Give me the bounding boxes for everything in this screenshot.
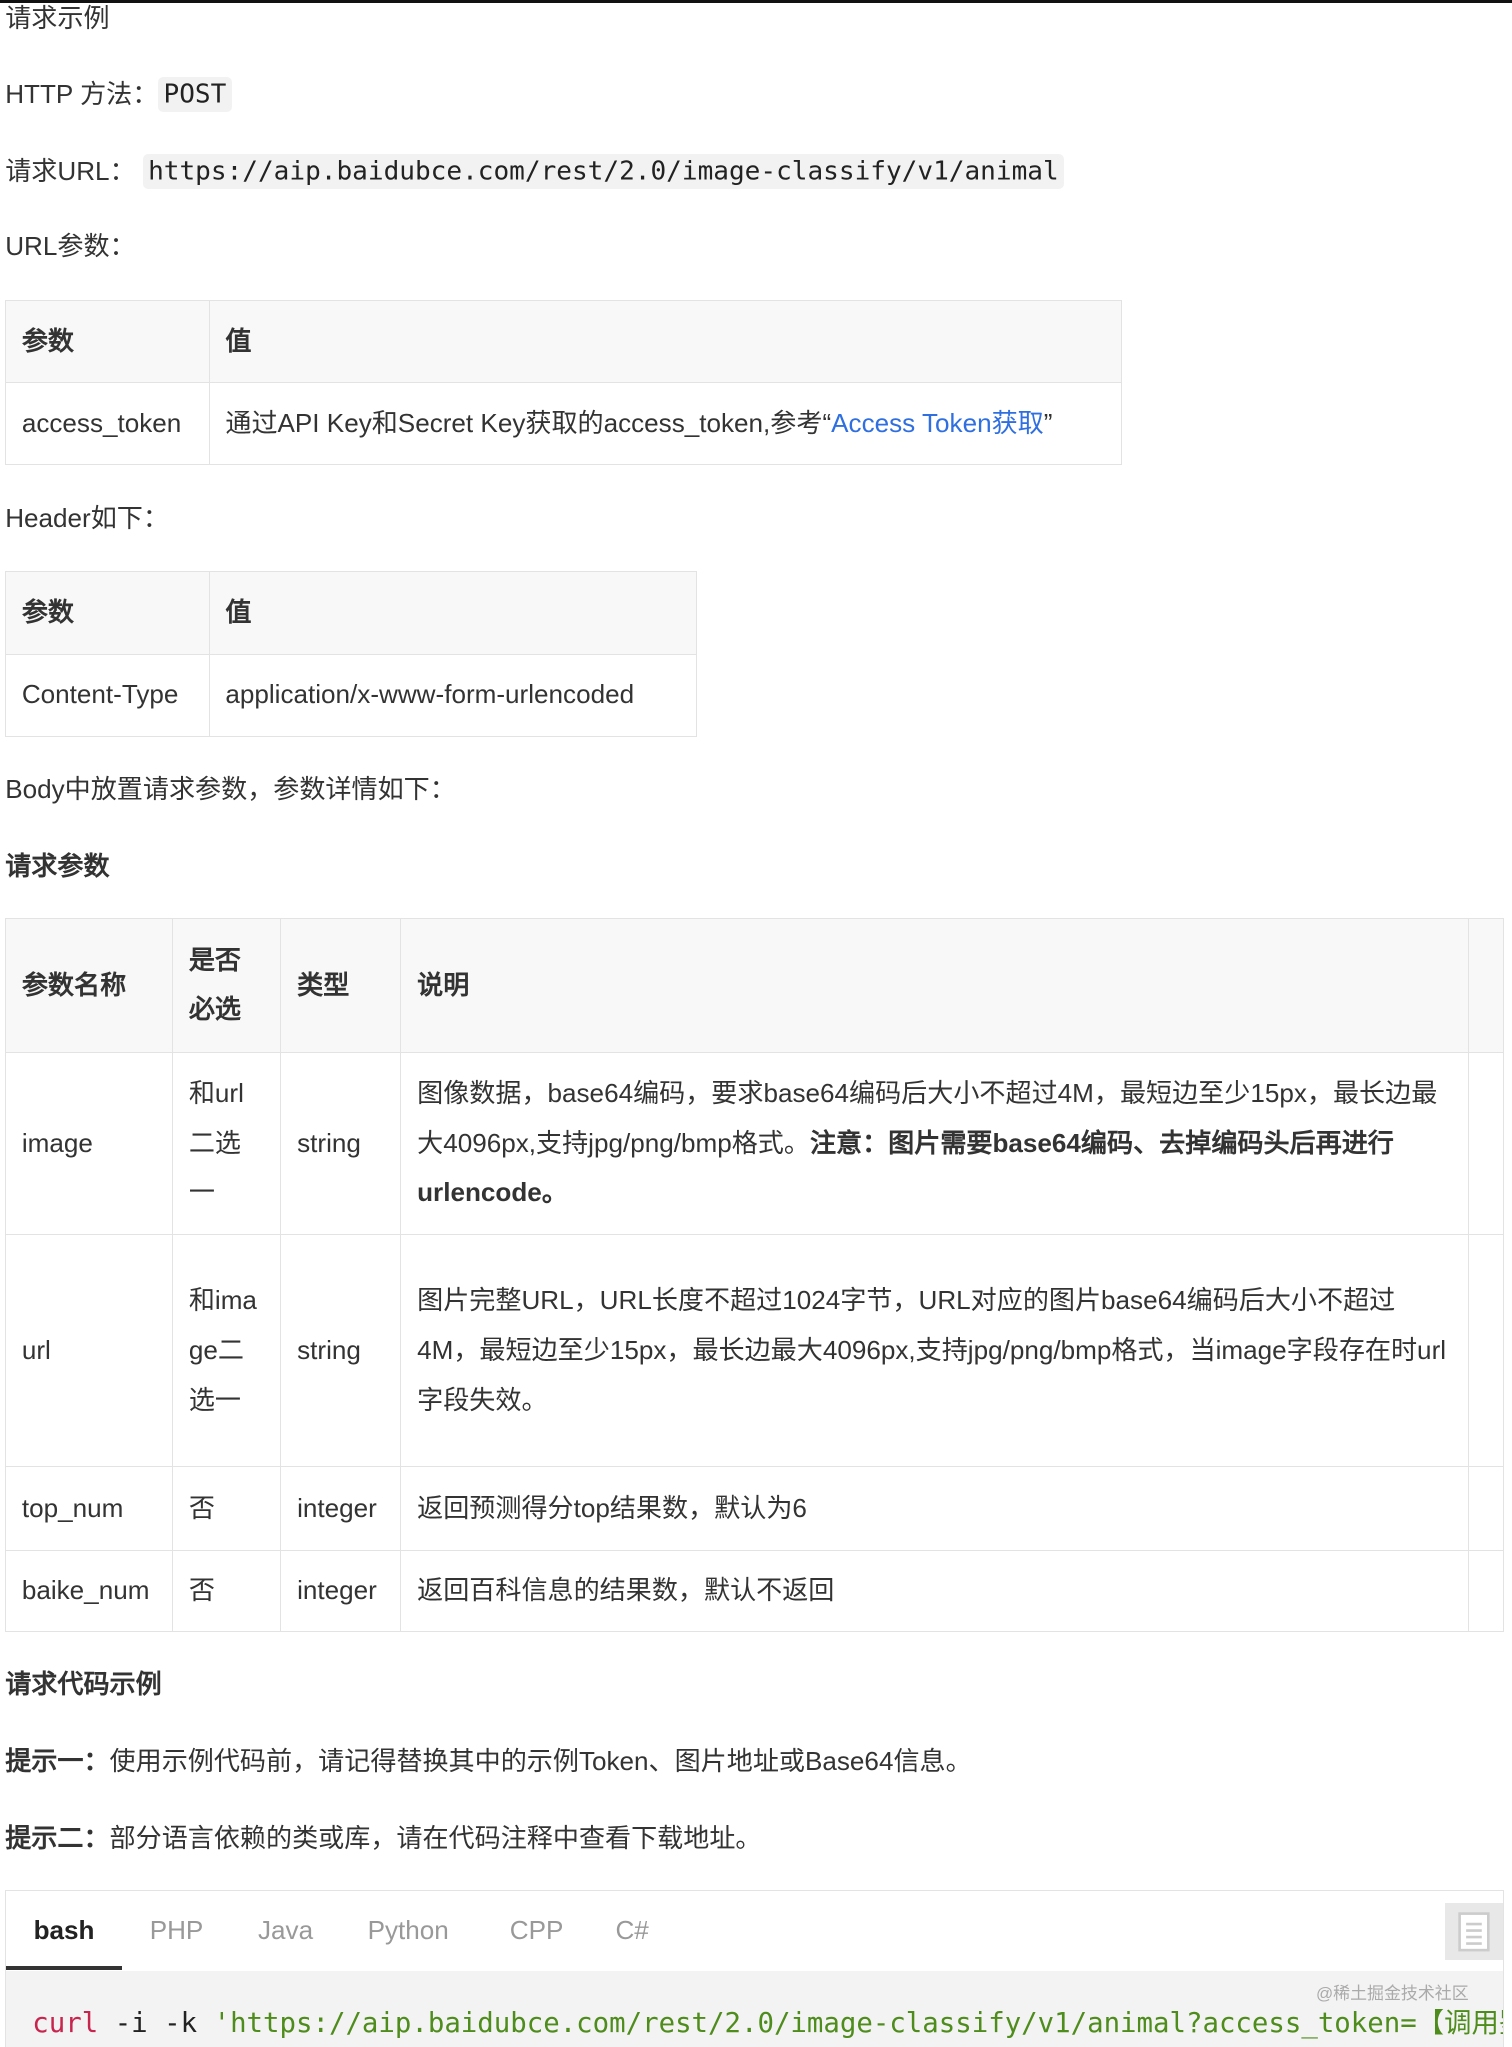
- body-note: Body中放置请求参数，参数详情如下：: [5, 774, 456, 805]
- code-command: curl: [32, 2007, 99, 2039]
- param-desc: 返回预测得分top结果数，默认为6: [400, 1466, 1469, 1551]
- header-cell: 类型: [280, 918, 402, 1053]
- code-flags: -i -k: [98, 2007, 214, 2039]
- param-name: top_num: [5, 1466, 174, 1551]
- tab-bash[interactable]: bash: [34, 1891, 95, 1971]
- table-row: url 和image二选一 string 图片完整URL，URL长度不超过102…: [5, 1234, 1504, 1468]
- table-row: top_num 否 integer 返回预测得分top结果数，默认为6: [5, 1466, 1504, 1551]
- http-method-line: HTTP 方法： POST: [5, 76, 232, 114]
- param-required: 和url二选一: [172, 1051, 282, 1236]
- tab-cpp[interactable]: CPP: [510, 1891, 564, 1971]
- param-value: application/x-www-form-urlencoded: [208, 653, 697, 737]
- tip-1: 提示一：使用示例代码前，请记得替换其中的示例Token、图片地址或Base64信…: [5, 1743, 971, 1780]
- tip-2: 提示二：部分语言依赖的类或库，请在代码注释中查看下载地址。: [5, 1820, 761, 1857]
- tip-text: 部分语言依赖的类或库，请在代码注释中查看下载地址。: [109, 1822, 762, 1853]
- header-cell: 说明: [400, 918, 1469, 1053]
- request-url-label: 请求URL：: [5, 155, 136, 186]
- table-row: baike_num 否 integer 返回百科信息的结果数，默认不返回: [5, 1549, 1504, 1632]
- param-desc: 返回百科信息的结果数，默认不返回: [400, 1549, 1469, 1632]
- param-name: image: [5, 1051, 174, 1236]
- http-method-value: POST: [158, 77, 232, 113]
- param-required: 否: [172, 1549, 282, 1632]
- param-type: string: [280, 1051, 402, 1236]
- desc-text: 通过API Key和Secret Key获取的access_token,参考“: [225, 408, 832, 439]
- code-block: @稀土掘金技术社区 curl -i -k 'https://aip.baidub…: [6, 1970, 1504, 2047]
- header-params-label: Header如下：: [5, 502, 169, 533]
- empty-cell: [1467, 1466, 1504, 1551]
- request-url-value: https://aip.baidubce.com/rest/2.0/image-…: [142, 154, 1064, 190]
- header-cell: 值: [208, 571, 697, 655]
- request-params-table: 参数名称 是否必选 类型 说明 image 和url二选一 string 图像数…: [5, 918, 1504, 1632]
- copy-icon: [1458, 1912, 1490, 1952]
- empty-cell: [1467, 1234, 1504, 1468]
- param-name: baike_num: [5, 1549, 174, 1632]
- header-cell: 参数: [5, 300, 210, 384]
- header-cell: 参数名称: [5, 918, 174, 1053]
- param-type: integer: [280, 1466, 402, 1551]
- code-string: 'https://aip.baidubce.com/rest/2.0/image…: [213, 2007, 1504, 2039]
- param-desc: 图像数据，base64编码，要求base64编码后大小不超过4M，最短边至少15…: [400, 1051, 1469, 1236]
- tab-php[interactable]: PHP: [150, 1891, 204, 1971]
- code-sample-panel: bash PHP Java Python CPP C# @稀土掘金技术社区 cu…: [5, 1890, 1504, 2047]
- param-required: 否: [172, 1466, 282, 1551]
- param-name: url: [5, 1234, 174, 1468]
- request-params-title: 请求参数: [5, 850, 110, 881]
- param-desc: 图片完整URL，URL长度不超过1024字节，URL对应的图片base64编码后…: [400, 1234, 1469, 1468]
- table-row: access_token 通过API Key和Secret Key获取的acce…: [5, 382, 1122, 466]
- table-row: Content-Type application/x-www-form-urlen…: [5, 653, 697, 737]
- param-name: access_token: [5, 382, 210, 466]
- param-required: 和image二选一: [172, 1234, 282, 1468]
- header-cell: 值: [208, 300, 1122, 384]
- header-cell: 参数: [5, 571, 210, 655]
- tab-java[interactable]: Java: [258, 1891, 313, 1971]
- tip-label: 提示二：: [5, 1822, 110, 1853]
- param-type: string: [280, 1234, 402, 1468]
- tip-text: 使用示例代码前，请记得替换其中的示例Token、图片地址或Base64信息。: [109, 1745, 972, 1776]
- empty-cell: [1467, 1549, 1504, 1632]
- active-tab-indicator: [6, 1965, 123, 1970]
- copy-button[interactable]: [1445, 1903, 1503, 1961]
- url-params-table: 参数值 access_token 通过API Key和Secret Key获取的…: [5, 300, 1122, 466]
- top-divider: [0, 0, 1512, 3]
- header-cell: 是否必选: [172, 918, 282, 1053]
- desc-text: ”: [1043, 408, 1053, 439]
- param-type: integer: [280, 1549, 402, 1632]
- param-value: 通过API Key和Secret Key获取的access_token,参考“A…: [208, 382, 1122, 466]
- url-params-label: URL参数：: [5, 231, 136, 262]
- code-example-title: 请求代码示例: [5, 1668, 162, 1699]
- code-line: curl -i -k 'https://aip.baidubce.com/res…: [32, 2000, 1504, 2040]
- language-tabs: bash PHP Java Python CPP C#: [6, 1891, 1503, 1972]
- tab-csharp[interactable]: C#: [615, 1891, 648, 1971]
- table-row: image 和url二选一 string 图像数据，base64编码，要求bas…: [5, 1051, 1504, 1236]
- tip-label: 提示一：: [5, 1745, 110, 1776]
- document: 请求示例 HTTP 方法： POST 请求URL： https://aip.bai…: [0, 0, 1512, 2047]
- access-token-link[interactable]: Access Token获取: [831, 408, 1044, 438]
- empty-cell: [1467, 1051, 1504, 1236]
- header-cell-empty: [1467, 918, 1504, 1053]
- http-method-label: HTTP 方法：: [5, 78, 159, 109]
- section-title: 请求示例: [5, 3, 110, 33]
- tab-python[interactable]: Python: [368, 1891, 449, 1971]
- request-url-line: 请求URL： https://aip.baidubce.com/rest/2.0…: [5, 153, 1064, 191]
- param-name: Content-Type: [5, 653, 210, 737]
- header-params-table: 参数值 Content-Type application/x-www-form-u…: [5, 571, 697, 737]
